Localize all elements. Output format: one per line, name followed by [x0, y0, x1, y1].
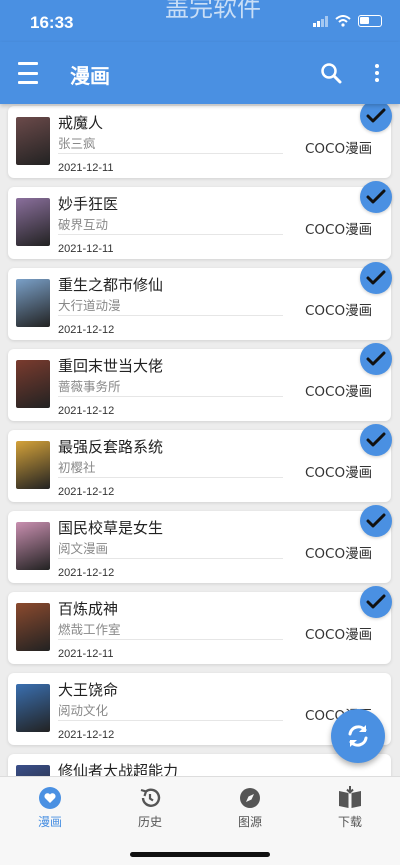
more-options-icon[interactable] — [366, 62, 388, 84]
checkmark-icon — [366, 270, 386, 285]
comic-author: 破界互动 — [58, 217, 109, 232]
app-bar: 漫画 — [0, 42, 400, 104]
check-badge[interactable] — [360, 505, 392, 537]
comic-card[interactable]: 重回末世当大佬 蔷薇事务所 2021-12-12 COCO漫画 — [8, 343, 392, 421]
battery-icon — [358, 15, 382, 27]
checkmark-icon — [366, 108, 386, 123]
comic-date: 2021-12-12 — [58, 405, 115, 417]
divider — [58, 315, 283, 316]
check-badge[interactable] — [360, 104, 392, 132]
comic-card[interactable]: 国民校草是女生 阅文漫画 2021-12-12 COCO漫画 — [8, 505, 392, 583]
nav-label: 图源 — [237, 815, 262, 829]
comic-cover — [16, 603, 50, 651]
divider — [58, 477, 283, 478]
check-badge[interactable] — [360, 181, 392, 213]
comic-title: 修仙者大战超能力 — [58, 762, 179, 776]
refresh-icon — [348, 725, 368, 747]
nav-label: 历史 — [137, 815, 162, 829]
status-time: 16:33 — [30, 13, 74, 32]
checkmark-icon — [366, 432, 386, 447]
comic-cover — [16, 765, 50, 776]
comic-cover — [16, 522, 50, 570]
comic-cover — [16, 441, 50, 489]
check-badge[interactable] — [360, 586, 392, 618]
comic-card[interactable]: 妙手狂医 破界互动 2021-12-11 COCO漫画 — [8, 181, 392, 259]
divider — [58, 153, 283, 154]
comic-author: 阅动文化 — [58, 703, 109, 718]
comic-title: 大王饶命 — [58, 681, 119, 699]
heart-icon — [37, 785, 63, 811]
comic-source: COCO漫画 — [305, 222, 373, 238]
comic-title: 重回末世当大佬 — [58, 357, 164, 375]
comic-author: 初樱社 — [58, 460, 96, 475]
comic-author: 阅文漫画 — [58, 541, 109, 556]
divider — [58, 396, 283, 397]
comic-author: 蔷薇事务所 — [58, 379, 121, 394]
divider — [58, 234, 283, 235]
menu-icon[interactable] — [18, 62, 38, 84]
check-badge[interactable] — [360, 262, 392, 294]
wifi-icon — [335, 15, 351, 27]
comic-date: 2021-12-11 — [58, 162, 114, 174]
comic-card[interactable]: 重生之都市修仙 大行道动漫 2021-12-12 COCO漫画 — [8, 262, 392, 340]
divider — [58, 558, 283, 559]
history-icon — [137, 785, 163, 811]
comic-card[interactable]: 戒魔人 张三疯 2021-12-11 COCO漫画 — [8, 104, 392, 178]
comic-title: 戒魔人 — [58, 114, 104, 132]
comic-cover — [16, 117, 50, 165]
comic-date: 2021-12-11 — [58, 648, 114, 660]
nav-tab-sources[interactable]: 图源 — [210, 785, 290, 830]
checkmark-icon — [366, 189, 386, 204]
search-icon[interactable] — [320, 62, 342, 84]
comic-date: 2021-12-12 — [58, 324, 115, 336]
compass-icon — [237, 785, 263, 811]
home-indicator — [130, 852, 270, 857]
comic-cover — [16, 360, 50, 408]
page-title: 漫画 — [70, 64, 110, 88]
nav-label: 漫画 — [37, 815, 62, 829]
comic-source: COCO漫画 — [305, 384, 373, 400]
comic-card[interactable]: 修仙者大战超能力 — [8, 754, 391, 776]
comic-source: COCO漫画 — [305, 303, 373, 319]
comic-title: 国民校草是女生 — [58, 519, 164, 537]
comic-cover — [16, 684, 50, 732]
comic-title: 妙手狂医 — [58, 195, 119, 213]
comic-author: 燃哉工作室 — [58, 622, 121, 637]
comic-author: 大行道动漫 — [58, 298, 121, 313]
comic-cover — [16, 279, 50, 327]
check-badge[interactable] — [360, 343, 392, 375]
refresh-button[interactable] — [331, 709, 385, 763]
nav-tab-history[interactable]: 历史 — [110, 785, 190, 830]
book-download-icon — [337, 785, 363, 811]
nav-tab-manga[interactable]: 漫画 — [10, 785, 90, 830]
comic-date: 2021-12-11 — [58, 243, 114, 255]
signal-icon — [313, 15, 328, 27]
divider — [58, 639, 283, 640]
comic-title: 最强反套路系统 — [58, 438, 164, 456]
comic-card[interactable]: 最强反套路系统 初樱社 2021-12-12 COCO漫画 — [8, 424, 392, 502]
comic-source: COCO漫画 — [305, 465, 373, 481]
status-bar: 盖完软件 16:33 — [0, 0, 400, 42]
checkmark-icon — [366, 351, 386, 366]
comic-date: 2021-12-12 — [58, 729, 115, 741]
comic-list: 戒魔人 张三疯 2021-12-11 COCO漫画 妙手狂医 破界互动 2021… — [0, 104, 400, 776]
comic-author: 张三疯 — [58, 136, 96, 151]
comic-title: 重生之都市修仙 — [58, 276, 164, 294]
checkmark-icon — [366, 594, 386, 609]
status-icons — [313, 15, 382, 27]
comic-date: 2021-12-12 — [58, 486, 115, 498]
nav-label: 下载 — [337, 815, 362, 829]
checkmark-icon — [366, 513, 386, 528]
comic-source: COCO漫画 — [305, 141, 373, 157]
watermark-text: 盖完软件 — [165, 0, 261, 22]
comic-date: 2021-12-12 — [58, 567, 115, 579]
nav-tab-download[interactable]: 下载 — [310, 785, 390, 830]
comic-source: COCO漫画 — [305, 546, 373, 562]
divider — [58, 720, 283, 721]
comic-cover — [16, 198, 50, 246]
check-badge[interactable] — [360, 424, 392, 456]
comic-card[interactable]: 百炼成神 燃哉工作室 2021-12-11 COCO漫画 — [8, 586, 392, 664]
comic-title: 百炼成神 — [58, 600, 119, 618]
comic-source: COCO漫画 — [305, 627, 373, 643]
